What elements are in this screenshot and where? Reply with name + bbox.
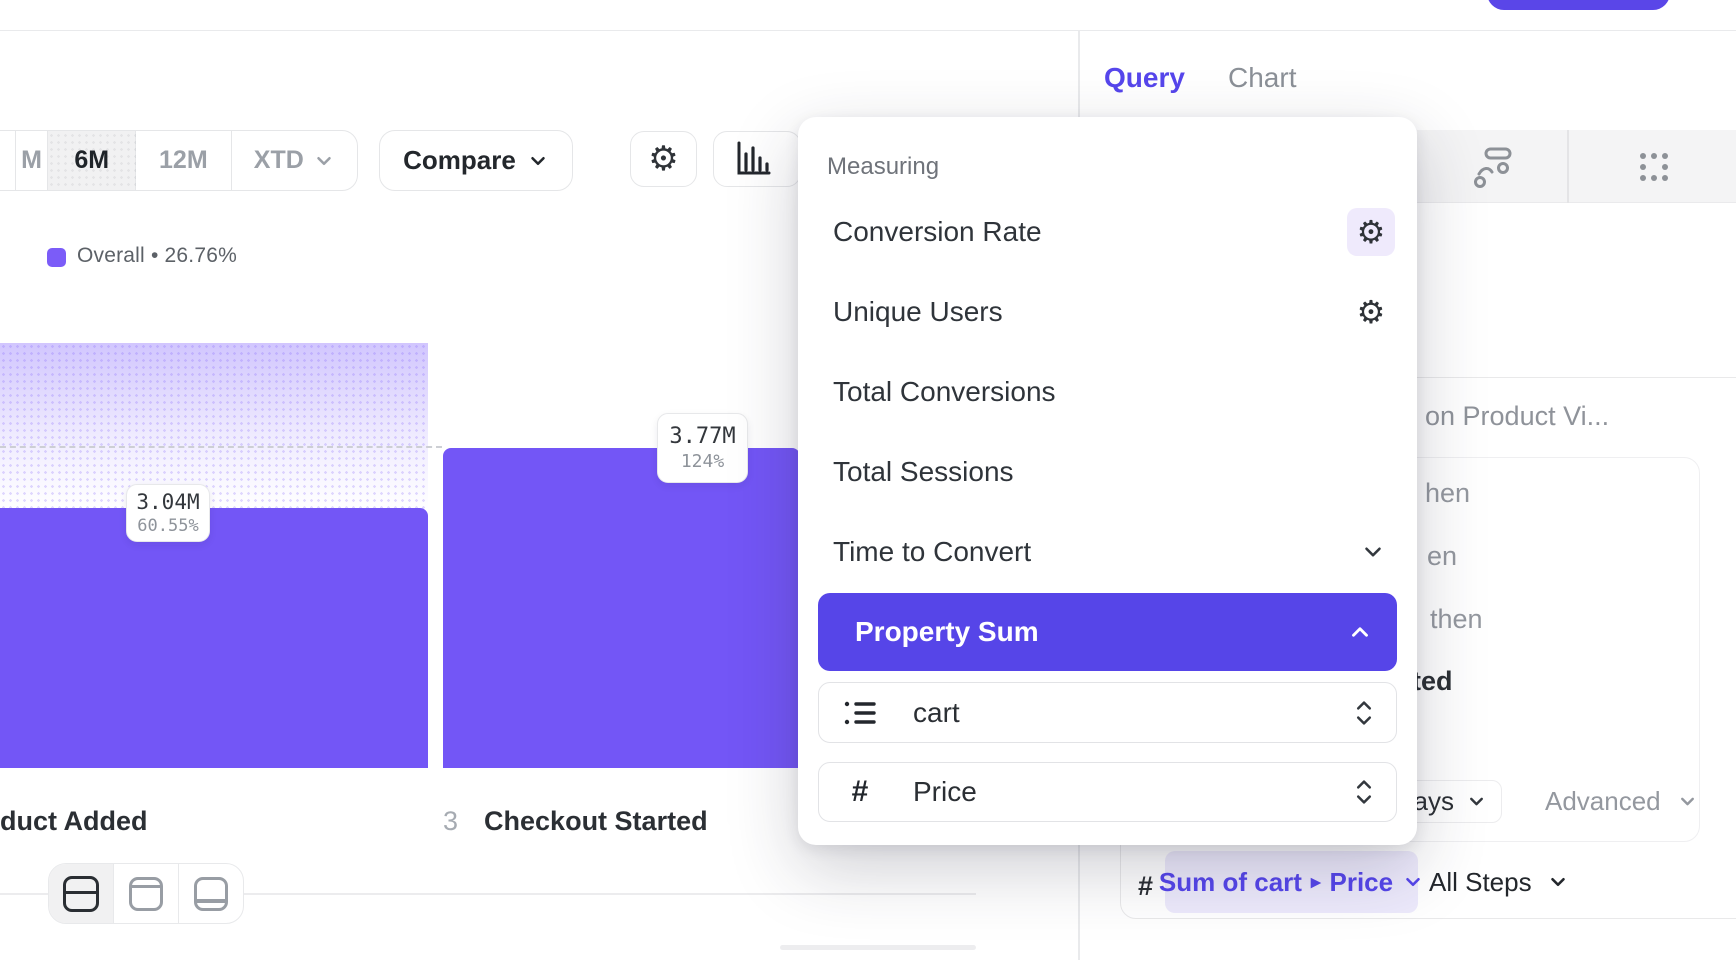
- apps-grid-button[interactable]: [1628, 142, 1680, 192]
- layout-split-rows-button[interactable]: [49, 864, 113, 923]
- bar-chart-icon: [734, 140, 774, 178]
- time-range-6m[interactable]: 6M: [47, 131, 135, 190]
- event-select-cart[interactable]: cart: [818, 682, 1397, 743]
- step2-pct: 60.55%: [137, 516, 198, 536]
- menu-item-conversion-rate[interactable]: Conversion Rate ⚙: [798, 192, 1417, 272]
- time-range-12m[interactable]: 12M: [135, 131, 231, 190]
- top-header-strip: [0, 0, 1736, 31]
- time-range-hidden[interactable]: [0, 131, 15, 190]
- step-fragment-1: hen: [1425, 478, 1470, 509]
- step3-index: 3: [443, 806, 458, 836]
- bottom-panel-icon: [194, 877, 228, 911]
- layout-bottom-panel-button[interactable]: [178, 864, 243, 923]
- chevron-down-icon: [1677, 791, 1698, 812]
- step-fragment-3: then: [1430, 604, 1483, 635]
- step3-value: 3.77M: [669, 424, 735, 449]
- chevron-down-icon: [313, 150, 335, 172]
- breakdown-layout-toggle: [48, 863, 244, 924]
- chevron-down-icon: [1360, 539, 1386, 565]
- measuring-dropdown: Measuring Conversion Rate ⚙ Unique Users…: [798, 117, 1417, 845]
- compare-button[interactable]: Compare: [379, 130, 573, 191]
- query-toolbar-divider: [1567, 130, 1569, 203]
- funnel-bar-step3[interactable]: [443, 448, 800, 768]
- step-fragment-4: ted: [1412, 666, 1453, 697]
- time-range-xtd[interactable]: XTD: [231, 131, 357, 190]
- step-fragment-2: en: [1427, 541, 1457, 572]
- legend-swatch: [47, 248, 66, 267]
- chevron-down-icon: [527, 150, 549, 172]
- chart-settings-button[interactable]: ⚙: [630, 131, 697, 187]
- chevron-down-icon: [1402, 871, 1424, 893]
- tab-chart[interactable]: Chart: [1228, 62, 1296, 94]
- menu-item-time-to-convert[interactable]: Time to Convert: [798, 512, 1417, 592]
- funnel-reference-dashed-line: [0, 446, 442, 448]
- measure-hash-prefix: #: [1138, 871, 1153, 902]
- number-hash-icon: #: [838, 775, 882, 809]
- breadcrumb-arrow-icon: ▸: [1311, 871, 1321, 894]
- time-range-control: M 6M 12M XTD: [0, 130, 358, 191]
- property-sum-chip[interactable]: Sum of cart ▸ Price: [1165, 851, 1418, 913]
- advanced-button[interactable]: Advanced: [1545, 786, 1698, 817]
- menu-item-property-sum-selected[interactable]: Property Sum: [818, 593, 1397, 671]
- item-settings-button[interactable]: ⚙: [1347, 288, 1395, 336]
- dots-grid-icon: [1636, 149, 1672, 185]
- funnel-ghost-step2: [0, 343, 428, 509]
- select-updown-icon: [1352, 777, 1376, 807]
- step3-pct: 124%: [681, 451, 724, 472]
- layout-top-panel-button[interactable]: [113, 864, 178, 923]
- chart-type-button[interactable]: [713, 131, 801, 187]
- dropdown-title: Measuring: [827, 153, 939, 181]
- property-select-price[interactable]: # Price: [818, 762, 1397, 822]
- menu-item-unique-users[interactable]: Unique Users ⚙: [798, 272, 1417, 352]
- chevron-up-icon: [1347, 619, 1373, 645]
- list-icon: [838, 697, 882, 729]
- menu-item-total-conversions[interactable]: Total Conversions: [798, 352, 1417, 432]
- gear-icon: ⚙: [648, 142, 678, 176]
- tab-query[interactable]: Query: [1104, 62, 1185, 94]
- all-steps-selector[interactable]: All Steps: [1429, 860, 1569, 904]
- funnel-value-card-step2: 3.04M 60.55%: [126, 484, 210, 542]
- primary-action-button[interactable]: [1487, 0, 1670, 10]
- flows-button[interactable]: [1468, 142, 1520, 192]
- gear-icon: ⚙: [1357, 296, 1386, 328]
- funnel-bar-step2[interactable]: [0, 508, 428, 768]
- steps-card-header: on Product Vi...: [1425, 401, 1609, 432]
- table-top-edge: [780, 945, 976, 950]
- gear-icon: ⚙: [1357, 216, 1386, 248]
- step2-value: 3.04M: [136, 490, 199, 514]
- item-settings-button[interactable]: ⚙: [1347, 208, 1395, 256]
- time-range-m[interactable]: M: [15, 131, 48, 190]
- split-rows-icon: [63, 876, 99, 912]
- chevron-down-icon: [1547, 871, 1569, 893]
- step2-axis-label: duct Added: [0, 806, 148, 837]
- top-panel-icon: [129, 877, 163, 911]
- chevron-down-icon: [1466, 791, 1487, 812]
- app-screen: M 6M 12M XTD Compare ⚙ Overall • 26.76% …: [0, 0, 1736, 960]
- menu-item-total-sessions[interactable]: Total Sessions: [798, 432, 1417, 512]
- legend-label: Overall • 26.76%: [77, 244, 237, 268]
- flows-icon: [1472, 144, 1516, 190]
- query-toolbar-background: [1417, 130, 1736, 203]
- funnel-value-card-step3: 3.77M 124%: [657, 413, 748, 483]
- step3-axis-label: 3Checkout Started: [443, 806, 708, 837]
- select-updown-icon: [1352, 698, 1376, 728]
